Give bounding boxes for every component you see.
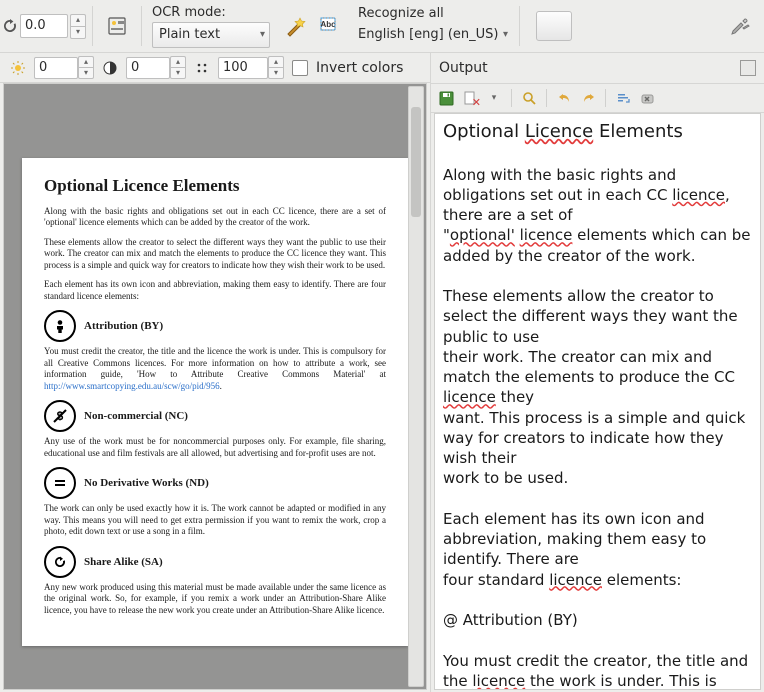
page-layout-button[interactable]: [99, 8, 135, 44]
element-by: Attribution (BY): [44, 310, 386, 342]
invert-colors-checkbox[interactable]: [292, 60, 308, 76]
scanned-page: Optional Licence Elements Along with the…: [22, 158, 408, 646]
main-toolbar: 0.0 ▴▾ OCR mode: Plain text Abc Recogniz…: [0, 0, 764, 53]
contrast-icon: [102, 60, 118, 76]
doc-para: Any new work produced using this materia…: [44, 582, 386, 617]
doc-link: http://www.smartcopying.edu.au/scw/go/pi…: [44, 381, 220, 391]
element-nc: $ Non-commercial (NC): [44, 400, 386, 432]
output-text-area[interactable]: Optional Licence Elements Along with the…: [434, 113, 761, 690]
blank-action-button[interactable]: [536, 11, 572, 41]
nd-icon: [44, 467, 76, 499]
image-adjust-toolbar: 0 ▴▾ 0 ▴▾ 100 ▴▾ Invert colors: [0, 53, 430, 83]
invert-colors-label: Invert colors: [316, 60, 403, 76]
doc-para: Along with the basic rights and obligati…: [44, 206, 386, 229]
doc-title: Optional Licence Elements: [44, 176, 386, 196]
undo-button[interactable]: [555, 89, 573, 107]
discard-output-button[interactable]: ✕: [461, 89, 479, 107]
svg-text:Abc: Abc: [320, 20, 336, 29]
rotation-spinner[interactable]: 0.0 ▴▾: [2, 14, 86, 39]
by-icon: [44, 310, 76, 342]
output-pane: Output ✕ ▾: [430, 53, 764, 692]
output-header: Output: [439, 60, 488, 76]
rotate-icon: [2, 18, 18, 34]
doc-para: The work can only be used exactly how it…: [44, 503, 386, 538]
ocr-mode-label: OCR mode:: [152, 4, 270, 22]
output-menu-arrow[interactable]: ▾: [485, 89, 503, 107]
language-combo-arrow[interactable]: ▾: [499, 23, 513, 47]
viewer-scrollbar[interactable]: [408, 86, 424, 687]
nc-icon: $: [44, 400, 76, 432]
detach-pane-button[interactable]: [740, 60, 756, 76]
source-image-pane: Optional Licence Elements Along with the…: [0, 83, 430, 692]
find-replace-button[interactable]: [520, 89, 538, 107]
doc-para: These elements allow the creator to sele…: [44, 237, 386, 272]
recognize-region-button[interactable]: Abc: [314, 8, 344, 44]
output-toolbar: ✕ ▾: [431, 84, 764, 113]
image-viewport[interactable]: Optional Licence Elements Along with the…: [3, 83, 427, 690]
doc-para: You must credit the creator, the title a…: [44, 346, 386, 392]
resolution-icon: [194, 60, 210, 76]
resolution-spinner[interactable]: 100 ▴▾: [218, 56, 284, 79]
doc-para: Any use of the work must be for noncomme…: [44, 436, 386, 459]
rotation-value[interactable]: 0.0: [20, 14, 68, 38]
clear-output-button[interactable]: [638, 89, 656, 107]
language-combo[interactable]: English [eng] (en_US): [358, 27, 499, 42]
rotation-stepper[interactable]: ▴▾: [70, 14, 86, 39]
doc-para: Each element has its own icon and abbrev…: [44, 279, 386, 302]
recognize-all-label: Recognize all: [358, 5, 513, 22]
element-nd: No Derivative Works (ND): [44, 467, 386, 499]
redo-button[interactable]: [579, 89, 597, 107]
wand-button[interactable]: [278, 8, 314, 44]
save-output-button[interactable]: [437, 89, 455, 107]
brightness-spinner[interactable]: 0 ▴▾: [34, 56, 94, 79]
sa-icon: [44, 546, 76, 578]
element-sa: Share Alike (SA): [44, 546, 386, 578]
ocr-mode-combo[interactable]: Plain text: [152, 22, 270, 48]
contrast-spinner[interactable]: 0 ▴▾: [126, 56, 186, 79]
preferences-button[interactable]: [722, 8, 758, 44]
strip-linebreaks-button[interactable]: [614, 89, 632, 107]
brightness-icon: [10, 60, 26, 76]
